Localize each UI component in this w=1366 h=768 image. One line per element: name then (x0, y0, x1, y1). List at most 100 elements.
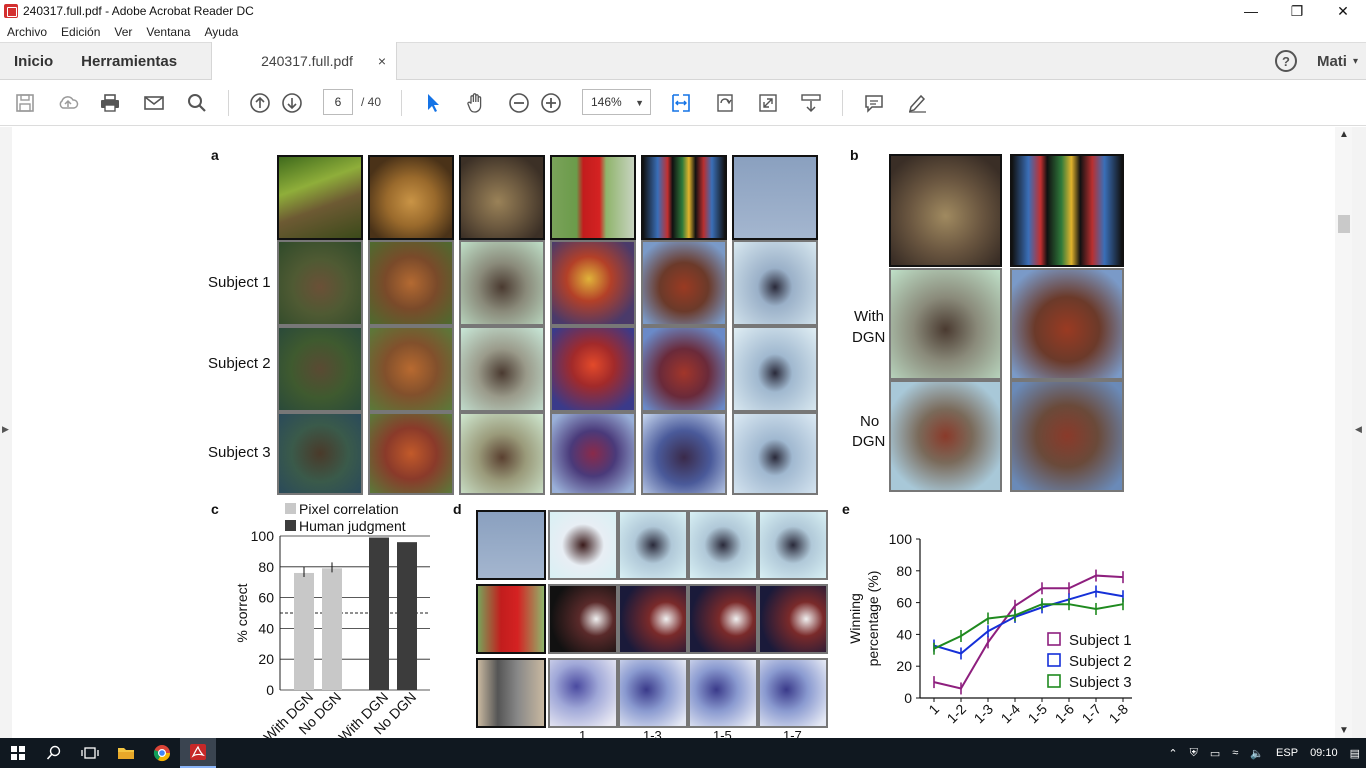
legend-label: Subject 2 (1069, 653, 1132, 670)
battery-icon[interactable]: ▭ (1204, 747, 1226, 760)
tab-herramientas[interactable]: Herramientas (67, 42, 191, 80)
reconstruction-with-dgn (1010, 268, 1124, 380)
panel-letter-d: d (453, 501, 462, 517)
document-tab-label: 240317.full.pdf (261, 53, 353, 69)
cloud-upload-icon[interactable] (56, 91, 80, 115)
reconstruction-image (277, 240, 363, 326)
chevron-down-icon[interactable]: ▾ (1353, 56, 1358, 67)
original-image-stained-glass-large (1010, 154, 1124, 267)
y-tick-label: 60 (258, 590, 274, 606)
task-view-icon[interactable] (72, 738, 108, 768)
original-image-owl-large (889, 154, 1002, 267)
legend-swatch (1047, 674, 1061, 688)
notifications-icon[interactable]: ▤ (1344, 747, 1366, 760)
close-window-button[interactable]: ✕ (1320, 0, 1366, 22)
y-axis-label: percentage (%) (865, 571, 881, 667)
acrobat-app-icon (4, 4, 18, 18)
chevron-down-icon: ▼ (635, 98, 644, 108)
chevron-up-icon[interactable]: ⌃ (1162, 747, 1183, 760)
previous-page-icon[interactable] (248, 91, 272, 115)
windows-taskbar: ⌃ ⛨ ▭ ≈ 🔈 ESP 09:10 ▤ (0, 738, 1366, 768)
panel-letter-a: a (211, 147, 219, 163)
zoom-out-icon[interactable] (507, 91, 531, 115)
restore-button[interactable]: ❐ (1274, 0, 1320, 22)
rotate-page-icon[interactable] (713, 91, 737, 115)
no-dgn-label-1: No (860, 413, 880, 430)
page-number-input[interactable]: 6 (323, 89, 353, 115)
highlight-pen-icon[interactable] (905, 91, 929, 115)
chrome-icon[interactable] (144, 738, 180, 768)
reconstruction-image (550, 412, 636, 495)
close-tab-icon[interactable]: × (378, 53, 386, 69)
reconstruction-image (548, 510, 618, 580)
scroll-down-icon[interactable]: ▼ (1339, 725, 1349, 736)
full-screen-icon[interactable] (756, 91, 780, 115)
wifi-icon[interactable]: ≈ (1226, 747, 1244, 759)
tab-document[interactable]: 240317.full.pdf × (211, 42, 398, 80)
comment-icon[interactable] (862, 91, 886, 115)
file-explorer-icon[interactable] (108, 738, 144, 768)
scroll-mode-icon[interactable] (799, 91, 823, 115)
zoom-in-icon[interactable] (539, 91, 563, 115)
bar (294, 572, 314, 690)
reconstruction-image (550, 326, 636, 412)
y-tick-label: 40 (258, 620, 274, 636)
bar (369, 537, 389, 690)
save-icon[interactable] (13, 91, 37, 115)
toolbar-divider (228, 90, 229, 116)
menu-archivo[interactable]: Archivo (0, 25, 54, 39)
reconstruction-image (368, 240, 454, 326)
original-image-stained-glass (641, 155, 727, 240)
menu-ver[interactable]: Ver (107, 25, 139, 39)
right-panel-toggle[interactable]: ◀ (1352, 127, 1366, 738)
reconstruction-image (641, 326, 727, 412)
no-dgn-label-2: DGN (852, 433, 886, 450)
reconstruction-image (459, 326, 545, 412)
vertical-scrollbar[interactable]: ▲ ▼ (1335, 127, 1352, 738)
system-tray: ⌃ ⛨ ▭ ≈ 🔈 ESP 09:10 ▤ (1162, 738, 1366, 768)
reconstruction-image (548, 658, 618, 728)
hand-tool-icon[interactable] (464, 91, 488, 115)
menu-edicion[interactable]: Edición (54, 25, 107, 39)
email-icon[interactable] (142, 91, 166, 115)
legend-label: Subject 1 (1069, 632, 1132, 649)
security-shield-icon[interactable]: ⛨ (1184, 747, 1204, 760)
original-image-postbox (550, 155, 636, 240)
y-tick-label: 0 (266, 682, 274, 698)
next-page-icon[interactable] (280, 91, 304, 115)
reconstruction-with-dgn (889, 268, 1002, 380)
zoom-select[interactable]: 146% ▼ (582, 89, 651, 115)
tab-inicio[interactable]: Inicio (0, 42, 67, 80)
search-icon[interactable] (36, 738, 72, 768)
toolbar-divider (401, 90, 402, 116)
acrobat-taskbar-icon[interactable] (180, 738, 216, 768)
x-tick-label: 1-5 (1024, 701, 1050, 727)
print-icon[interactable] (98, 91, 122, 115)
menu-bar: Archivo Edición Ver Ventana Ayuda (0, 22, 1366, 42)
title-bar: 240317.full.pdf - Adobe Acrobat Reader D… (0, 0, 1366, 22)
y-tick-label: 0 (904, 690, 912, 706)
left-panel-toggle[interactable]: ▶ (0, 127, 12, 738)
scroll-up-icon[interactable]: ▲ (1339, 129, 1349, 140)
menu-ventana[interactable]: Ventana (139, 25, 197, 39)
minimize-button[interactable]: — (1228, 0, 1274, 22)
reconstruction-image (641, 412, 727, 495)
y-tick-label: 60 (896, 595, 912, 611)
reconstruction-image (758, 510, 828, 580)
language-indicator[interactable]: ESP (1270, 747, 1304, 759)
windows-start-icon[interactable] (0, 738, 36, 768)
help-icon[interactable]: ? (1274, 50, 1297, 72)
select-cursor-icon[interactable] (421, 91, 445, 115)
menu-ayuda[interactable]: Ayuda (197, 25, 245, 39)
volume-icon[interactable]: 🔈 (1244, 747, 1270, 760)
toolbar (0, 80, 1366, 126)
clock[interactable]: 09:10 (1304, 747, 1344, 759)
bar (397, 542, 417, 690)
reconstruction-image (732, 240, 818, 326)
y-tick-label: 100 (251, 528, 275, 544)
search-icon[interactable] (185, 91, 209, 115)
fit-page-icon[interactable] (669, 91, 693, 115)
scrollbar-thumb[interactable] (1338, 215, 1350, 233)
original-image-airplane-small (476, 510, 546, 580)
user-menu[interactable]: Mati (1317, 53, 1347, 70)
